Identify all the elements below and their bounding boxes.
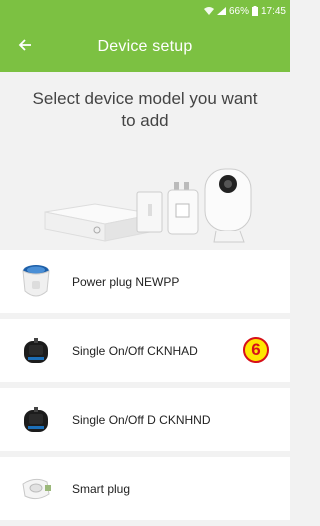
clock: 17:45 — [260, 5, 286, 17]
status-bar: 66% 17:45 — [0, 0, 290, 22]
device-label: Single On/Off D CKNHND — [72, 412, 211, 427]
relay-module-icon — [18, 400, 54, 440]
camera-device-image — [204, 168, 252, 243]
smart-plug-icon — [18, 469, 54, 509]
devices-illustration — [0, 134, 290, 262]
device-item-power-plug-newpp[interactable]: Power plug NEWPP — [0, 250, 290, 313]
signal-icon — [216, 7, 226, 15]
select-model-prompt: Select device model you want to add — [32, 89, 258, 130]
device-item-smart-plug[interactable]: Smart plug — [0, 457, 290, 520]
switch-device-image — [136, 191, 163, 233]
step-number-badge: 6 — [243, 337, 269, 363]
page-title: Device setup — [97, 38, 193, 55]
device-label: Smart plug — [72, 481, 131, 496]
device-item-single-onoff-cknhad[interactable]: Single On/Off CKNHAD 6 — [0, 319, 290, 382]
device-model-list: Power plug NEWPP Single On/Off CKNHAD 6 … — [0, 250, 290, 526]
wifi-icon — [203, 7, 214, 15]
battery-percent: 66% — [228, 5, 249, 17]
battery-icon — [251, 6, 258, 16]
device-label: Single On/Off CKNHAD — [72, 343, 198, 358]
app-bar: Device setup — [0, 22, 290, 72]
back-button[interactable] — [14, 36, 36, 58]
device-label: Power plug NEWPP — [72, 274, 180, 289]
plug-device-image — [167, 182, 199, 235]
relay-module-icon — [18, 331, 54, 371]
device-item-single-onoff-d-cknhnd[interactable]: Single On/Off D CKNHND — [0, 388, 290, 451]
arrow-left-icon — [18, 38, 32, 57]
power-plug-icon — [18, 262, 54, 302]
